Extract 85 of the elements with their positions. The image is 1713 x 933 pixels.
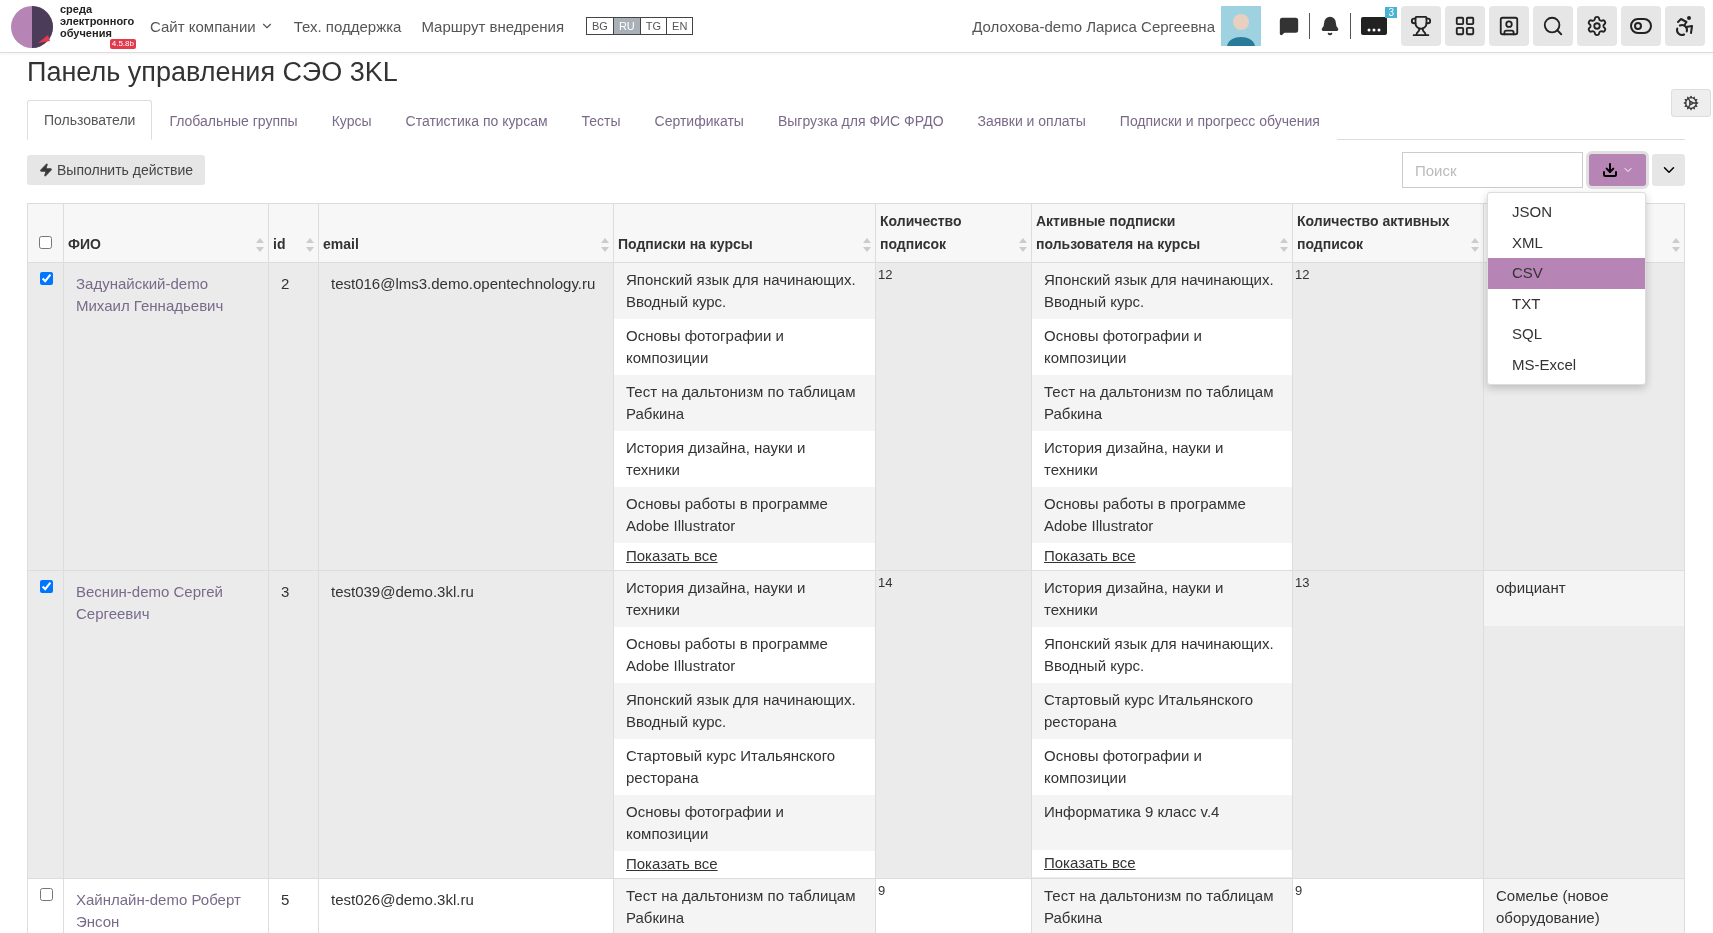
- trophy-icon: [1410, 15, 1432, 37]
- nav-link[interactable]: Тех. поддержка: [293, 17, 402, 35]
- course-item: Основы фотографии и композиции: [614, 319, 875, 375]
- course-item: Японский язык для начинающих. Вводный курс.: [614, 683, 875, 739]
- table-cell-text: 12: [877, 266, 894, 284]
- column-header[interactable]: id: [273, 233, 298, 256]
- course-item: История дизайна, науки и техники: [614, 571, 875, 627]
- show-all-link[interactable]: Показать все: [1032, 850, 1292, 877]
- table-cell-text: 12: [1294, 266, 1311, 284]
- table-cell-text: 9: [877, 882, 887, 900]
- settings-icon: [1586, 15, 1608, 37]
- course-item: Информатика 9 класс v.4: [1032, 795, 1292, 850]
- table-cell-text: test016@lms3.demo.opentechnology.ru: [331, 274, 597, 294]
- nav-link[interactable]: Сайт компании: [150, 17, 274, 35]
- course-item: Японский язык для начинающих. Вводный курс.: [1032, 627, 1292, 683]
- export-button[interactable]: [1589, 154, 1646, 186]
- contact-button[interactable]: [1489, 6, 1529, 46]
- lightning-icon: [39, 163, 53, 177]
- trophy-button[interactable]: [1401, 6, 1441, 46]
- course-item: Тест на дальтонизм по таблицам Рабкина: [1032, 375, 1292, 431]
- table-cell-text: 9: [1294, 882, 1304, 900]
- course-item: Тест на дальтонизм по таблицам Рабкина: [614, 879, 875, 933]
- table-cell-text: 5: [281, 890, 291, 910]
- avatar[interactable]: [1221, 6, 1261, 46]
- search-field[interactable]: Поиск: [1402, 152, 1583, 188]
- course-item: Основы работы в программе Adobe Illustrator: [614, 487, 875, 543]
- user-name[interactable]: Долохова-demo Лариса Сергеевна: [972, 17, 1215, 35]
- course-item: История дизайна, науки и техники: [614, 431, 875, 487]
- search-button[interactable]: [1533, 6, 1573, 46]
- menu-item[interactable]: CSV: [1488, 258, 1645, 289]
- course-item: Японский язык для начинающих. Вводный курс.: [614, 263, 875, 319]
- table-cell-text: 14: [877, 574, 894, 592]
- menu-item[interactable]: MS-Excel: [1488, 349, 1645, 380]
- help-icon[interactable]: [1361, 17, 1387, 35]
- settings-icon: [1683, 95, 1699, 111]
- toggle-button[interactable]: [1621, 6, 1661, 46]
- table-cell: Сомелье (новое оборудование): [1484, 879, 1684, 933]
- menu-item[interactable]: XML: [1488, 227, 1645, 258]
- show-all-link[interactable]: Показать все: [1032, 543, 1292, 570]
- menu-item[interactable]: SQL: [1488, 319, 1645, 350]
- tab[interactable]: Пользователи: [27, 100, 153, 140]
- table-cell-text: test026@demo.3kl.ru: [331, 890, 475, 910]
- menu-item[interactable]: JSON: [1488, 197, 1645, 228]
- course-item: История дизайна, науки и техники: [1032, 431, 1292, 487]
- course-item: История дизайна, науки и техники: [1032, 571, 1292, 627]
- course-item: Основы фотографии и композиции: [614, 795, 875, 851]
- user-link[interactable]: Веснин-demo Сергей Сергеевич: [76, 581, 256, 625]
- course-item: Основы фотографии и композиции: [1032, 739, 1292, 795]
- user-card-icon: [1498, 15, 1520, 37]
- grid-icon: [1454, 15, 1476, 37]
- search-icon: [1542, 15, 1564, 37]
- course-item: Стартовый курс Итальянского ресторана: [1032, 683, 1292, 739]
- notification-count: 3: [1385, 7, 1397, 18]
- settings-button[interactable]: [1577, 6, 1617, 46]
- course-item: Тест на дальтонизм по таблицам Рабкина: [1032, 879, 1292, 933]
- settings-button[interactable]: [1671, 89, 1711, 117]
- show-all-link[interactable]: Показать все: [614, 851, 875, 878]
- row-checkbox[interactable]: [40, 888, 53, 901]
- page-title: Панель управления СЭО 3KL: [27, 57, 399, 88]
- nav-link[interactable]: Маршрут внедрения: [421, 17, 564, 35]
- logo-text: среда электронного обучения: [60, 3, 136, 39]
- course-item: Японский язык для начинающих. Вводный курс.: [1032, 263, 1292, 319]
- course-item: Основы фотографии и композиции: [1032, 319, 1292, 375]
- course-item: Основы работы в программе Adobe Illustrator: [1032, 487, 1292, 543]
- row-checkbox[interactable]: [40, 580, 53, 593]
- menu-item[interactable]: TXT: [1488, 288, 1645, 319]
- table-cell: официант: [1484, 571, 1684, 626]
- download-icon: [1601, 162, 1618, 178]
- show-all-link[interactable]: Показать все: [614, 543, 875, 570]
- table-cell-text: test039@demo.3kl.ru: [331, 582, 475, 602]
- accessibility-button[interactable]: [1665, 6, 1705, 46]
- user-link[interactable]: Задунайский-demo Михаил Геннадьевич: [76, 273, 256, 317]
- table-cell-text: 3: [281, 582, 291, 602]
- course-item: Тест на дальтонизм по таблицам Рабкина: [614, 375, 875, 431]
- select-all-checkbox[interactable]: [39, 236, 52, 249]
- course-item: Основы работы в программе Adobe Illustrator: [614, 627, 875, 683]
- chat-icon[interactable]: [1279, 16, 1299, 36]
- version-badge: 4.5.8b: [109, 39, 136, 49]
- bell-icon[interactable]: [1320, 16, 1340, 36]
- course-item: Стартовый курс Итальянского ресторана: [614, 739, 875, 795]
- table-cell-text: 2: [281, 274, 291, 294]
- action-button[interactable]: Выполнить действие: [27, 155, 205, 185]
- grid-button[interactable]: [1445, 6, 1485, 46]
- row-checkbox[interactable]: [40, 272, 53, 285]
- table-cell-text: 13: [1294, 574, 1311, 592]
